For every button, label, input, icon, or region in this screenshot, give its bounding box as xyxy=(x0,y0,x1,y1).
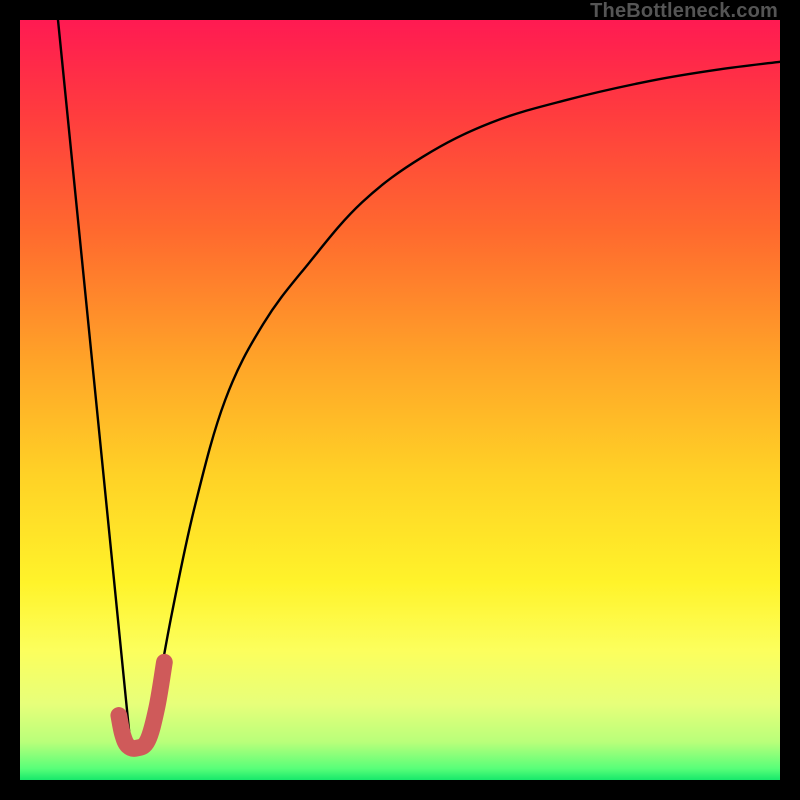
bottleneck-curve-right xyxy=(157,62,780,697)
bottleneck-curve-left xyxy=(58,20,130,742)
watermark-text: TheBottleneck.com xyxy=(590,0,778,23)
chart-overlay xyxy=(20,20,780,780)
chart-frame: TheBottleneck.com xyxy=(0,0,800,800)
